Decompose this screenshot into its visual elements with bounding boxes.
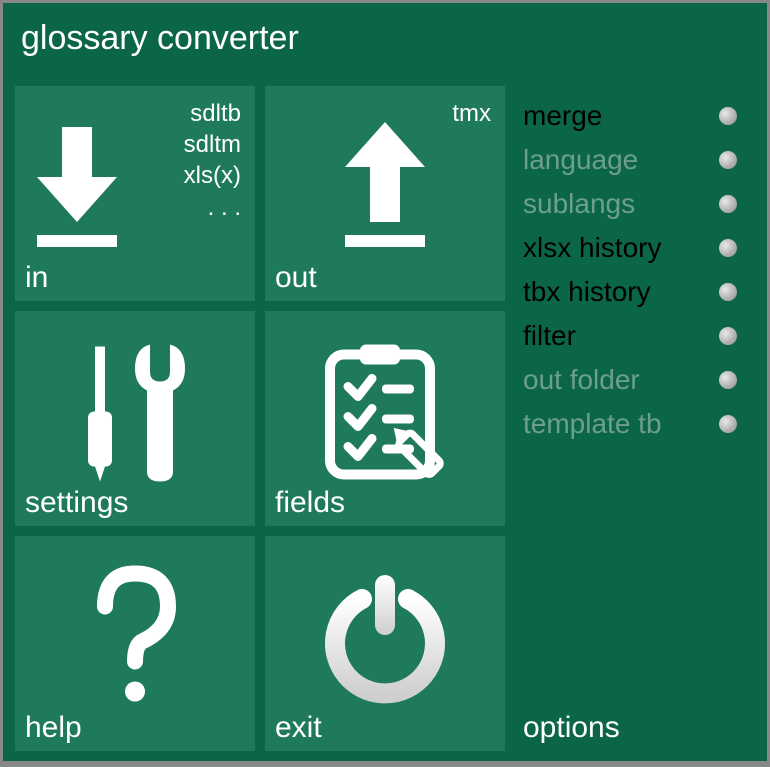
titlebar: glossary converter xyxy=(3,3,767,74)
tile-grid: sdltb sdltm xls(x) . . . in tmx out xyxy=(15,86,505,751)
tile-label-settings: settings xyxy=(25,486,128,520)
option-label: filter xyxy=(523,320,576,352)
tile-out[interactable]: tmx out xyxy=(265,86,505,301)
option-xlsx-history[interactable]: xlsx history xyxy=(515,226,755,270)
tile-label-in: in xyxy=(25,261,48,295)
option-tbx-history[interactable]: tbx history xyxy=(515,270,755,314)
out-format: tmx xyxy=(452,98,491,129)
radio-icon xyxy=(719,151,737,169)
app-window: glossary converter sdltb sdltm xls(x) . … xyxy=(3,3,767,761)
radio-icon xyxy=(719,415,737,433)
option-label: language xyxy=(523,144,638,176)
radio-icon xyxy=(719,371,737,389)
option-label: sublangs xyxy=(523,188,635,220)
tile-label-exit: exit xyxy=(275,711,322,745)
tile-settings[interactable]: settings xyxy=(15,311,255,526)
power-icon xyxy=(320,567,450,707)
option-sublangs[interactable]: sublangs xyxy=(515,182,755,226)
option-label: merge xyxy=(523,100,602,132)
option-label: template tb xyxy=(523,408,662,440)
tile-label-out: out xyxy=(275,261,317,295)
app-title: glossary converter xyxy=(21,19,299,57)
radio-icon xyxy=(719,195,737,213)
question-icon xyxy=(80,561,190,711)
option-filter[interactable]: filter xyxy=(515,314,755,358)
checklist-icon xyxy=(310,336,460,486)
option-language[interactable]: language xyxy=(515,138,755,182)
options-panel: merge language sublangs xlsx history tbx… xyxy=(515,86,755,751)
format-item: sdltm xyxy=(184,129,241,160)
content-area: sdltb sdltm xls(x) . . . in tmx out xyxy=(3,74,767,763)
option-label: xlsx history xyxy=(523,232,661,264)
upload-icon xyxy=(335,117,435,257)
tile-exit[interactable]: exit xyxy=(265,536,505,751)
tools-icon xyxy=(65,336,205,486)
in-formats: sdltb sdltm xls(x) . . . xyxy=(184,98,241,223)
format-item: . . . xyxy=(184,192,241,223)
tile-label-fields: fields xyxy=(275,486,345,520)
tile-label-help: help xyxy=(25,711,82,745)
option-out-folder[interactable]: out folder xyxy=(515,358,755,402)
tile-help[interactable]: help xyxy=(15,536,255,751)
option-label: tbx history xyxy=(523,276,651,308)
radio-icon xyxy=(719,107,737,125)
tile-in[interactable]: sdltb sdltm xls(x) . . . in xyxy=(15,86,255,301)
download-icon xyxy=(27,117,127,257)
option-template-tb[interactable]: template tb xyxy=(515,402,755,446)
radio-icon xyxy=(719,283,737,301)
option-label: out folder xyxy=(523,364,640,396)
format-item: xls(x) xyxy=(184,160,241,191)
format-item: sdltb xyxy=(184,98,241,129)
radio-icon xyxy=(719,327,737,345)
sidebar-title: options xyxy=(523,711,620,745)
tile-fields[interactable]: fields xyxy=(265,311,505,526)
option-merge[interactable]: merge xyxy=(515,94,755,138)
radio-icon xyxy=(719,239,737,257)
